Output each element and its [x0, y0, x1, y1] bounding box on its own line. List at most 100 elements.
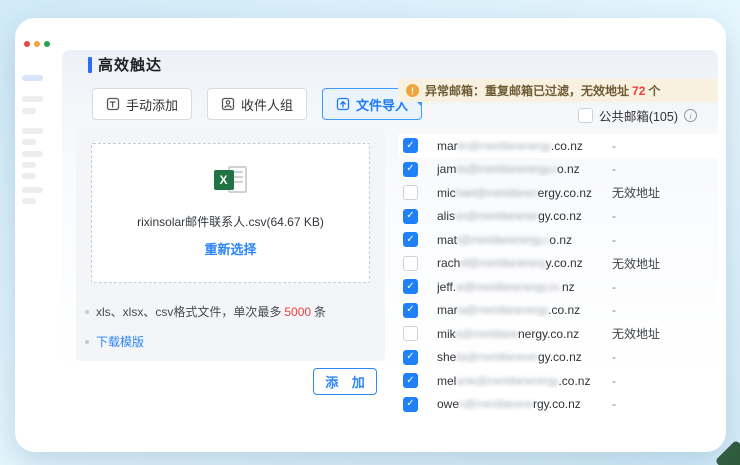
email-address: owen@meridianenergy.co.nz [437, 397, 612, 411]
email-row[interactable]: rachel@meridianenergy.co.nz 无效地址 [398, 252, 718, 276]
redacted-email-part: t@meridianenergy.c [457, 234, 549, 246]
row-status: 无效地址 [612, 325, 660, 342]
excel-file-icon: X [214, 166, 248, 196]
sidebar-skeleton-item [22, 128, 43, 134]
email-address: sheila@meridianenergy.co.nz [437, 350, 612, 364]
close-window-icon[interactable] [24, 41, 30, 47]
row-status: - [612, 162, 616, 176]
warning-text: 异常邮箱：重复邮箱已过滤，无效地址 [425, 82, 629, 99]
sidebar-skeleton [15, 57, 62, 452]
row-checkbox[interactable] [403, 397, 418, 412]
warning-text-suffix: 个 [648, 82, 660, 99]
warning-icon: ! [406, 84, 419, 97]
email-address: mike@meridianenergy.co.nz [437, 327, 612, 341]
format-tip-suffix: 条 [314, 303, 326, 320]
main-content: 高效触达 手动添加 收件人组 [62, 50, 718, 447]
title-accent-bar [88, 57, 92, 73]
redacted-email-part: ia@meridianenergy [458, 305, 548, 317]
sidebar-skeleton-item [22, 187, 43, 193]
page-background: 高效触达 手动添加 收件人组 [0, 0, 740, 465]
email-row[interactable]: melanie@meridianenergy.co.nz - [398, 369, 718, 393]
public-mailbox-row: 公共邮箱(105) i [578, 106, 697, 125]
template-tip: 下载模版 [85, 333, 326, 350]
row-status: - [612, 209, 616, 223]
public-mailbox-checkbox[interactable] [578, 108, 593, 123]
tab-label: 手动添加 [126, 95, 178, 114]
abnormal-mailbox-warning: ! 异常邮箱：重复邮箱已过滤，无效地址 72 个 [398, 79, 718, 102]
row-status: 无效地址 [612, 184, 660, 201]
email-row[interactable]: james@meridianenergy.co.nz - [398, 158, 718, 182]
sidebar-skeleton-item [22, 151, 43, 157]
row-status: - [612, 374, 616, 388]
row-checkbox[interactable] [403, 256, 418, 271]
uploaded-filename: rixinsolar邮件联系人.csv(64.67 KB) [92, 213, 369, 230]
email-address: michael@meridianenergy.co.nz [437, 186, 612, 200]
email-row[interactable]: jeff.w@meridianenergy.co.nz - [398, 275, 718, 299]
public-mailbox-label: 公共邮箱(105) [599, 106, 678, 125]
redacted-email-part: ila@meridianener [456, 352, 538, 364]
row-checkbox[interactable] [403, 279, 418, 294]
add-button[interactable]: 添 加 [313, 368, 377, 395]
tab-manual-add[interactable]: 手动添加 [92, 88, 192, 120]
email-row[interactable]: sheila@meridianenergy.co.nz - [398, 346, 718, 370]
row-checkbox[interactable] [403, 232, 418, 247]
redacted-email-part: e@meridiane [456, 328, 518, 340]
email-row[interactable]: mike@meridianenergy.co.nz 无效地址 [398, 322, 718, 346]
app-window: 高效触达 手动添加 收件人组 [15, 18, 726, 452]
row-status: - [612, 233, 616, 247]
row-checkbox[interactable] [403, 209, 418, 224]
reselect-file-link[interactable]: 重新选择 [92, 239, 369, 258]
row-status: 无效地址 [612, 255, 660, 272]
tab-label: 收件人组 [241, 95, 293, 114]
email-row[interactable]: matt@meridianenergy.co.nz - [398, 228, 718, 252]
row-checkbox[interactable] [403, 162, 418, 177]
row-checkbox[interactable] [403, 303, 418, 318]
row-status: - [612, 280, 616, 294]
info-icon[interactable]: i [684, 109, 697, 122]
recipient-group-icon [221, 97, 235, 111]
email-row[interactable]: owen@meridianenergy.co.nz - [398, 393, 718, 417]
file-dropzone[interactable]: X rixinsolar邮件联系人.csv(64.67 KB) 重新选择 [91, 143, 370, 283]
sidebar-skeleton-item [22, 96, 43, 102]
row-status: - [612, 303, 616, 317]
format-tip-text: xls、xlsx、csv格式文件，单次最多 [96, 303, 281, 320]
email-row[interactable]: martin@meridianenergy.co.nz - [398, 134, 718, 158]
redacted-email-part: w@meridianenergy.co. [456, 281, 562, 293]
sidebar-skeleton-item [22, 108, 36, 114]
sidebar-skeleton-item [22, 198, 36, 204]
download-template-link[interactable]: 下载模版 [96, 333, 144, 350]
email-row[interactable]: alison@meridianenergy.co.nz - [398, 205, 718, 229]
format-tip-max: 5000 [284, 305, 311, 319]
row-status: - [612, 397, 616, 411]
row-checkbox[interactable] [403, 326, 418, 341]
email-row[interactable]: michael@meridianenergy.co.nz 无效地址 [398, 181, 718, 205]
redacted-email-part: anie@meridianenergy [456, 375, 558, 387]
bullet-dot [85, 340, 89, 344]
maximize-window-icon[interactable] [44, 41, 50, 47]
redacted-email-part: n@meridianene [459, 399, 533, 411]
sidebar-skeleton-item [22, 173, 36, 179]
file-import-icon [336, 97, 350, 111]
row-checkbox[interactable] [403, 373, 418, 388]
email-address: jeff.w@meridianenergy.co.nz [437, 280, 612, 294]
email-address: maria@meridianenergy.co.nz [437, 303, 612, 317]
warning-invalid-count: 72 [632, 84, 645, 98]
email-row[interactable]: maria@meridianenergy.co.nz - [398, 299, 718, 323]
import-mode-tabs: 手动添加 收件人组 文件导入 [92, 88, 422, 120]
row-checkbox[interactable] [403, 185, 418, 200]
minimize-window-icon[interactable] [34, 41, 40, 47]
email-address: rachel@meridianenergy.co.nz [437, 256, 612, 270]
email-address: martin@meridianenergy.co.nz [437, 139, 612, 153]
row-checkbox[interactable] [403, 350, 418, 365]
row-status: - [612, 139, 616, 153]
redacted-email-part: hael@meridianen [456, 187, 538, 199]
file-upload-card: X rixinsolar邮件联系人.csv(64.67 KB) 重新选择 xls… [76, 127, 385, 361]
page-title-text: 高效触达 [98, 54, 162, 75]
email-address: james@meridianenergy.co.nz [437, 162, 612, 176]
upload-tips: xls、xlsx、csv格式文件，单次最多 5000 条 下载模版 [85, 290, 326, 350]
tab-recipient-group[interactable]: 收件人组 [207, 88, 307, 120]
traffic-lights [24, 41, 50, 47]
sidebar-skeleton-item [22, 162, 36, 168]
row-checkbox[interactable] [403, 138, 418, 153]
email-address: alison@meridianenergy.co.nz [437, 209, 612, 223]
